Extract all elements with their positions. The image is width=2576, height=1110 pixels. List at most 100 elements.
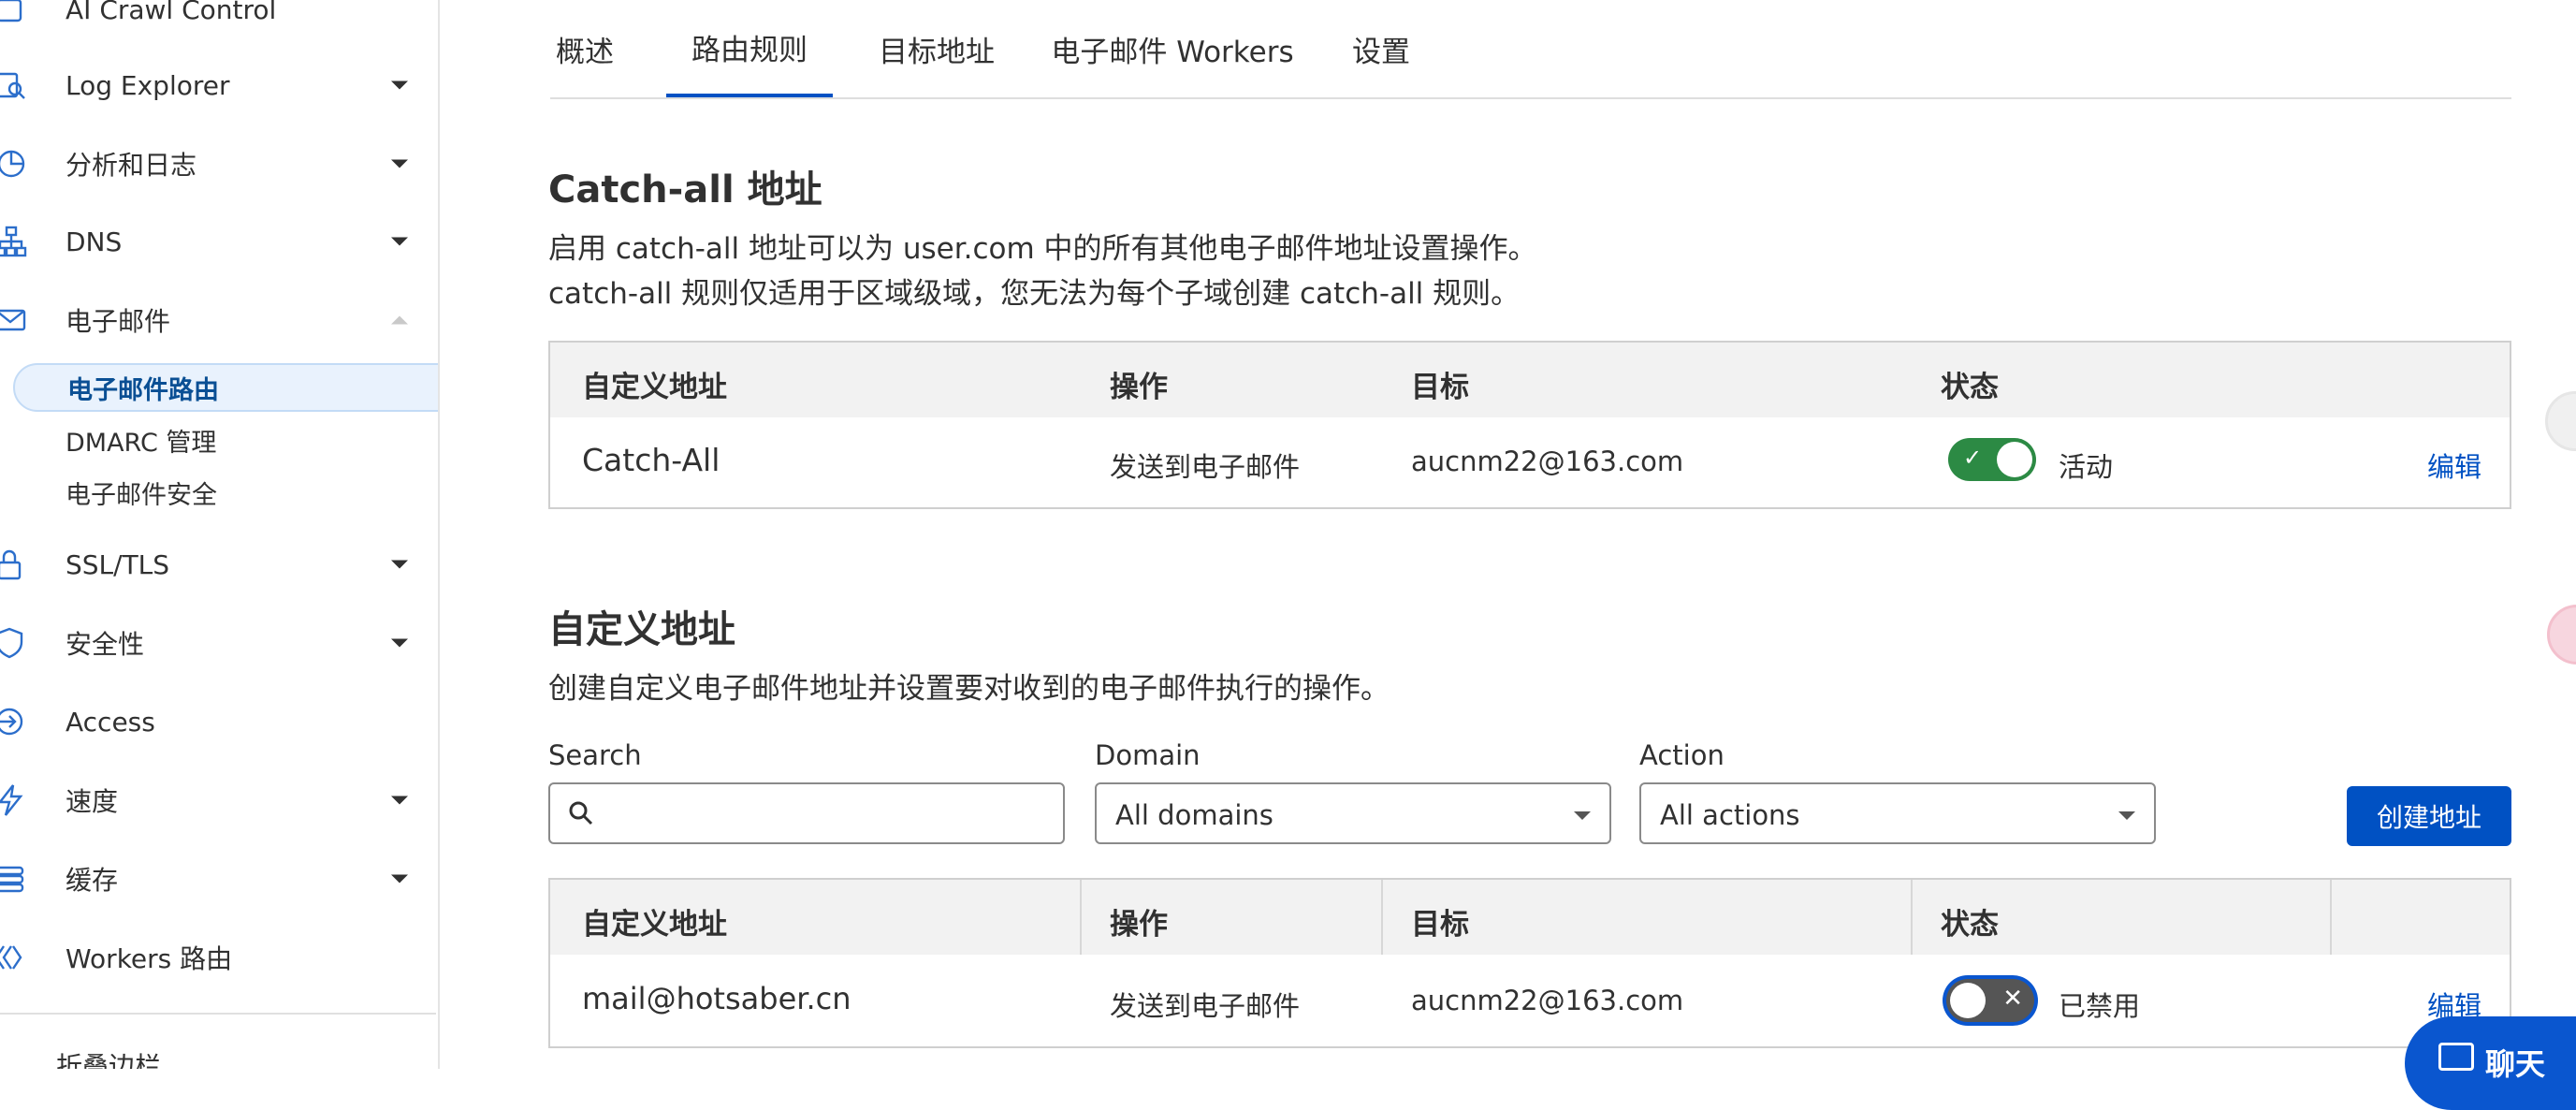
- column-header-address: 自定义地址: [582, 371, 727, 404]
- target-cell: aucnm22@163.com: [1411, 445, 1684, 477]
- column-header-status: 状态: [1941, 371, 1999, 404]
- catch-all-status-toggle[interactable]: ✓: [1948, 438, 2036, 481]
- catch-all-table: 自定义地址 操作 目标 状态 Catch-All 发送到电子邮件 aucnm22…: [548, 341, 2511, 509]
- column-header-address: 自定义地址: [582, 908, 727, 942]
- avatar[interactable]: [2545, 391, 2576, 451]
- toggle-knob: [1950, 983, 1986, 1018]
- chart-pie-icon: [0, 145, 30, 183]
- sidebar-item-workers-routes[interactable]: Workers 路由: [0, 929, 436, 986]
- column-header-target: 目标: [1411, 371, 1469, 404]
- chat-icon: [2438, 1043, 2474, 1071]
- tab-overview[interactable]: 概述: [550, 0, 619, 97]
- column-divider: [2330, 880, 2332, 955]
- column-divider: [1911, 880, 1913, 955]
- column-divider: [1381, 880, 1383, 955]
- action-cell: 发送到电子邮件: [1110, 990, 1301, 1022]
- sidebar-item-dns[interactable]: DNS: [0, 213, 436, 270]
- chevron-down-icon: [1574, 811, 1591, 820]
- address-cell: Catch-All: [582, 442, 720, 478]
- sidebar-item-label: 分析和日志: [65, 150, 197, 181]
- status-label: 活动: [2059, 451, 2114, 483]
- create-address-button[interactable]: 创建地址: [2347, 786, 2511, 846]
- action-select[interactable]: All actions: [1639, 782, 2156, 844]
- table-header: 自定义地址 操作 目标 状态: [550, 880, 2510, 955]
- sidebar-item-security[interactable]: 安全性: [0, 615, 436, 671]
- action-select-value: All actions: [1660, 799, 1800, 831]
- chevron-down-icon: [391, 80, 408, 90]
- tab-destination-addresses[interactable]: 目标地址: [874, 0, 999, 97]
- column-divider: [1080, 880, 1082, 955]
- sidebar-item-label: 缓存: [65, 865, 119, 896]
- chat-label: 聊天: [2485, 1046, 2546, 1082]
- sidebar-item-label: 速度: [65, 786, 119, 817]
- search-input[interactable]: [601, 790, 1044, 839]
- chevron-down-icon: [391, 237, 408, 246]
- target-cell: aucnm22@163.com: [1411, 985, 1684, 1016]
- tab-email-workers[interactable]: 电子邮件 Workers: [1046, 0, 1299, 97]
- sidebar-item-label: AI Crawl Control: [65, 0, 277, 25]
- network-icon: [0, 223, 30, 260]
- sidebar-subitem-label: 电子邮件路由: [67, 375, 219, 405]
- custom-addresses-title: 自定义地址: [548, 608, 735, 651]
- sidebar-item-analytics[interactable]: 分析和日志: [0, 136, 436, 192]
- domain-select[interactable]: All domains: [1095, 782, 1611, 844]
- search-icon: [569, 801, 593, 825]
- chevron-down-icon: [391, 796, 408, 805]
- search-field[interactable]: [548, 782, 1065, 844]
- chevron-down-icon: [391, 638, 408, 648]
- lock-icon: [0, 546, 30, 583]
- chevron-down-icon: [2118, 811, 2135, 820]
- column-header-status: 状态: [1941, 908, 1999, 942]
- sidebar-item-label: Access: [65, 706, 155, 738]
- action-label: Action: [1639, 739, 1725, 771]
- robot-icon: [0, 0, 30, 28]
- domain-label: Domain: [1095, 739, 1201, 771]
- sidebar-item-label: Workers 路由: [65, 943, 233, 974]
- search-label: Search: [548, 739, 642, 771]
- sidebar-subitem-dmarc[interactable]: DMARC 管理: [13, 416, 438, 464]
- sidebar-item-label: DNS: [65, 226, 123, 257]
- bolt-icon: [0, 781, 30, 819]
- tab-settings[interactable]: 设置: [1347, 0, 1415, 97]
- tab-routing-rules[interactable]: 路由规则: [666, 0, 833, 97]
- assistant-badge-icon[interactable]: [2547, 605, 2576, 665]
- sidebar-item-log-explorer[interactable]: Log Explorer: [0, 57, 436, 113]
- chevron-down-icon: [391, 560, 408, 569]
- custom-addresses-description: 创建自定义电子邮件地址并设置要对收到的电子邮件执行的操作。: [548, 672, 1390, 706]
- access-icon: [0, 703, 30, 740]
- sidebar-item-access[interactable]: Access: [0, 694, 436, 750]
- sidebar-item-ssl-tls[interactable]: SSL/TLS: [0, 536, 436, 592]
- stack-icon: [0, 860, 30, 898]
- sidebar-subitem-label: DMARC 管理: [65, 428, 217, 458]
- column-header-target: 目标: [1411, 908, 1469, 942]
- sidebar-item-speed[interactable]: 速度: [0, 772, 436, 828]
- table-header: 自定义地址 操作 目标 状态: [550, 343, 2510, 417]
- column-header-action: 操作: [1110, 371, 1168, 404]
- sidebar-item-email[interactable]: 电子邮件: [0, 292, 436, 348]
- chevron-up-icon: [391, 315, 408, 325]
- sidebar-subitem-email-security[interactable]: 电子邮件安全: [13, 468, 438, 517]
- catch-all-description: 启用 catch-all 地址可以为 user.com 中的所有其他电子邮件地址…: [548, 232, 1537, 266]
- collapse-sidebar-button[interactable]: 折叠边栏: [0, 1037, 436, 1069]
- sidebar-item-label: 安全性: [65, 629, 145, 660]
- sidebar: AI Crawl Control Log Explorer 分析和日志 DNS …: [0, 0, 440, 1069]
- sidebar-subitem-email-routing[interactable]: 电子邮件路由: [13, 363, 438, 412]
- custom-addresses-table: 自定义地址 操作 目标 状态 mail@hotsaber.cn 发送到电子邮件 …: [548, 878, 2511, 1048]
- collapse-sidebar-label: 折叠边栏: [56, 1051, 162, 1069]
- edit-link[interactable]: 编辑: [2427, 445, 2481, 485]
- sidebar-item-ai-crawl-control[interactable]: AI Crawl Control: [0, 0, 436, 37]
- check-icon: ✓: [1963, 445, 1983, 471]
- mail-icon: [0, 301, 30, 339]
- chat-button[interactable]: 聊天: [2405, 1016, 2576, 1110]
- chevron-down-icon: [391, 874, 408, 884]
- sidebar-item-label: 电子邮件: [65, 306, 171, 337]
- divider: [0, 1013, 436, 1015]
- catch-all-title: Catch-all 地址: [548, 168, 822, 212]
- toggle-knob: [1997, 442, 2032, 477]
- custom-address-status-toggle[interactable]: ✕: [1946, 979, 2034, 1022]
- tab-bar: 概述 路由规则 目标地址 电子邮件 Workers 设置: [550, 0, 2511, 99]
- status-label: 已禁用: [2059, 990, 2141, 1022]
- sidebar-item-cache[interactable]: 缓存: [0, 851, 436, 907]
- sidebar-subitem-label: 电子邮件安全: [65, 480, 217, 510]
- column-header-action: 操作: [1110, 908, 1168, 942]
